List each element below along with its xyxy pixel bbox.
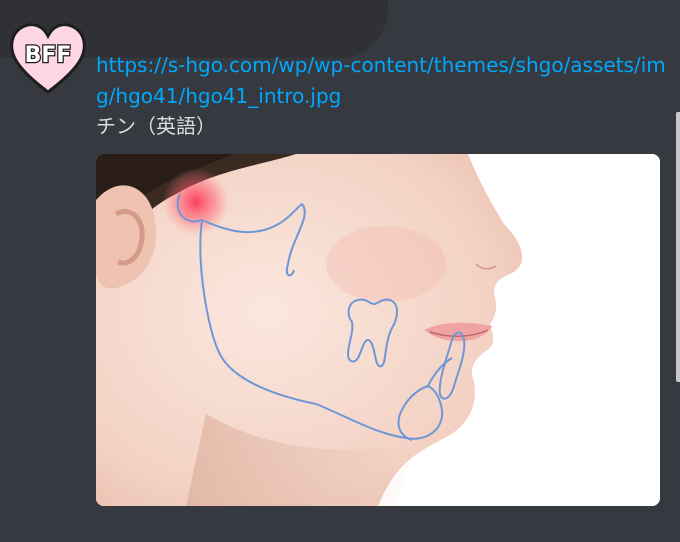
user-avatar[interactable]: BFF <box>8 20 88 96</box>
image-link[interactable]: https://s-hgo.com/wp/wp-content/themes/s… <box>96 50 666 112</box>
chat-message: https://s-hgo.com/wp/wp-content/themes/s… <box>96 50 666 140</box>
jaw-illustration-image <box>96 154 660 506</box>
scrollbar[interactable] <box>676 112 680 382</box>
heart-avatar-icon: BFF <box>10 23 86 94</box>
avatar-label: BFF <box>25 43 72 68</box>
message-text: チン（英語） <box>96 114 216 138</box>
embedded-image[interactable] <box>96 154 660 506</box>
